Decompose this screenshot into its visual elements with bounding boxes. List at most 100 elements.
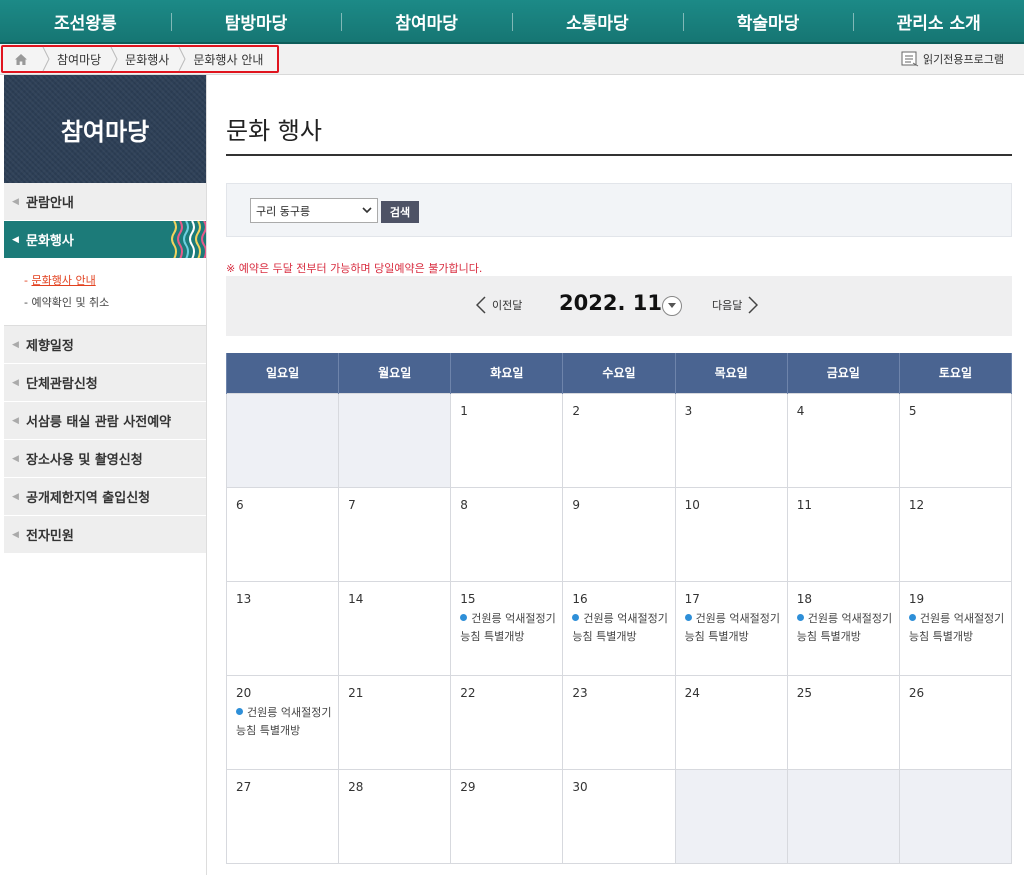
calendar-day-cell: 29	[450, 768, 564, 864]
calendar-day-cell: 11	[786, 486, 900, 582]
calendar-week-row: 6 7 8 9 10 11 12	[225, 486, 1013, 582]
search-button[interactable]: 검색	[381, 201, 419, 223]
day-number: 29	[460, 779, 476, 794]
day-number: 14	[348, 591, 364, 606]
calendar-day-cell: 6	[225, 486, 340, 582]
submenu-item-event-info[interactable]: - 문화행사 안내	[24, 269, 206, 291]
calendar-event-link[interactable]: 건원릉 억새절정기 능침 특별개방	[908, 610, 1011, 646]
day-number: 15	[460, 591, 476, 606]
day-number: 11	[796, 497, 812, 512]
location-select[interactable]: 구리 동구릉	[250, 198, 378, 223]
current-month: 2022. 11	[559, 291, 662, 315]
sidebar-item-label: 장소사용 및 촬영신청	[26, 453, 143, 468]
sidebar-submenu: - 문화행사 안내 - 예약확인 및 취소	[4, 259, 206, 326]
sidebar-item-label: 전자민원	[26, 529, 74, 544]
nav-item-participation[interactable]: 참여마당	[341, 0, 512, 42]
calendar-body: 1 2 3 4 5 6 7 8 9 10 11 12 13 14 15 건원릉 억새절정기 능침 특별개방 16…	[225, 392, 1013, 864]
day-number: 8	[460, 497, 468, 512]
event-dot-icon	[796, 613, 804, 621]
prev-month-button[interactable]: 이전달	[476, 296, 522, 314]
calendar-event-link[interactable]: 건원릉 억새절정기 능침 특별개방	[684, 610, 787, 646]
day-number: 17	[684, 591, 700, 606]
day-number: 25	[796, 685, 812, 700]
breadcrumb-item-event-info[interactable]: 문화행사 안내	[189, 47, 269, 71]
weekday-header: 토요일	[898, 353, 1013, 393]
submenu-item-reservation-check[interactable]: - 예약확인 및 취소	[24, 291, 206, 313]
day-number: 4	[796, 403, 805, 418]
calendar-day-cell: 12	[898, 486, 1013, 582]
nav-item-communication[interactable]: 소통마당	[512, 0, 683, 42]
calendar-event-link[interactable]: 건원릉 억새절정기 능침 특별개방	[460, 610, 562, 646]
submenu-item-label: 예약확인 및 취소	[31, 296, 110, 309]
event-title: 건원릉 억새절정기 능침 특별개방	[796, 611, 893, 643]
calendar-event-link[interactable]: 건원릉 억새절정기 능침 특별개방	[572, 610, 674, 646]
sidebar-item-cultural-events[interactable]: ◀ 문화행사	[4, 221, 206, 259]
sidebar-item-group-visit[interactable]: ◀ 단체관람신청	[4, 364, 206, 402]
calendar-day-cell: 30	[562, 768, 676, 864]
bullet-icon: ◀	[12, 377, 19, 388]
calendar-day-cell: 18 건원릉 억새절정기 능침 특별개방	[786, 580, 900, 676]
calendar-day-cell: 28	[338, 768, 452, 864]
nav-item-academic[interactable]: 학술마당	[682, 0, 854, 42]
sidebar-item-ritual-schedule[interactable]: ◀ 제향일정	[4, 326, 206, 364]
weekday-header: 화요일	[450, 353, 564, 393]
day-number: 28	[348, 779, 364, 794]
day-number: 9	[572, 497, 581, 512]
day-number: 16	[572, 591, 588, 606]
calendar-week-row: 13 14 15 건원릉 억새절정기 능침 특별개방 16 건원릉 억새절정기 능침 특별…	[225, 580, 1013, 676]
day-number: 21	[348, 685, 364, 700]
bullet-icon: ◀	[12, 529, 19, 540]
submenu-item-label: 문화행사 안내	[31, 274, 96, 287]
day-number: 10	[684, 497, 700, 512]
location-select-value: 구리 동구릉	[256, 204, 311, 218]
day-number: 2	[572, 403, 581, 418]
calendar-day-cell: 25	[786, 674, 900, 770]
sidebar-item-venue-filming[interactable]: ◀ 장소사용 및 촬영신청	[4, 440, 206, 478]
event-title: 건원릉 억새절정기 능침 특별개방	[236, 705, 332, 737]
calendar-event-link[interactable]: 건원릉 억새절정기 능침 특별개방	[236, 704, 338, 740]
month-dropdown-button[interactable]	[662, 296, 682, 316]
event-dot-icon	[572, 613, 580, 621]
sidebar-item-restricted-access[interactable]: ◀ 공개제한지역 출입신청	[4, 478, 206, 516]
home-icon[interactable]	[3, 47, 39, 71]
bullet-icon: ◀	[12, 491, 19, 502]
sidebar: 참여마당 ◀ 관람안내 ◀ 문화행사 - 문화행사 안내 - 예약확인 및 취소 ◀…	[4, 75, 207, 875]
sidebar-item-viewing-guide[interactable]: ◀ 관람안내	[4, 183, 206, 221]
calendar-day-cell: 21	[338, 674, 452, 770]
breadcrumb-item-participation[interactable]: 참여마당	[53, 47, 107, 71]
event-dot-icon	[684, 613, 692, 621]
calendar-day-cell: 3	[674, 392, 788, 488]
calendar-day-cell: 22	[450, 674, 564, 770]
breadcrumb-item-cultural-events[interactable]: 문화행사	[121, 47, 175, 71]
weekday-header: 일요일	[225, 353, 340, 393]
sidebar-item-label: 단체관람신청	[26, 377, 98, 392]
sidebar-item-label: 서삼릉 태실 관람 사전예약	[26, 415, 172, 430]
reader-program-link[interactable]: 읽기전용프로그램	[901, 51, 1004, 67]
month-navigation: 이전달 2022. 11 다음달	[226, 276, 1012, 336]
event-title: 건원릉 억새절정기 능침 특별개방	[908, 611, 1005, 643]
nav-item-royal-tombs[interactable]: 조선왕릉	[0, 0, 171, 42]
day-number: 23	[572, 685, 588, 700]
day-number: 1	[460, 403, 468, 418]
calendar-header-row: 일요일 월요일 화요일 수요일 목요일 금요일 토요일	[225, 353, 1013, 393]
sidebar-item-label: 공개제한지역 출입신청	[26, 491, 151, 506]
next-month-button[interactable]: 다음달	[712, 296, 759, 314]
nav-item-visit[interactable]: 탐방마당	[170, 0, 342, 42]
weekday-header: 수요일	[562, 353, 676, 393]
calendar-event-link[interactable]: 건원릉 억새절정기 능침 특별개방	[796, 610, 899, 646]
calendar-week-row: 27 28 29 30	[225, 768, 1013, 864]
sidebar-item-e-petition[interactable]: ◀ 전자민원	[4, 516, 206, 554]
calendar-day-cell: 23	[562, 674, 676, 770]
calendar-day-cell: 2	[562, 392, 676, 488]
nav-item-office-intro[interactable]: 관리소 소개	[853, 0, 1024, 42]
event-title: 건원릉 억새절정기 능침 특별개방	[684, 611, 781, 643]
sidebar-item-seosamreung-reservation[interactable]: ◀ 서삼릉 태실 관람 사전예약	[4, 402, 206, 440]
event-dot-icon	[236, 707, 243, 715]
weekday-header: 금요일	[786, 353, 900, 393]
day-number: 19	[908, 591, 925, 606]
day-number: 6	[236, 497, 244, 512]
day-number: 5	[908, 403, 917, 418]
day-number: 12	[908, 497, 925, 512]
bullet-icon: ◀	[12, 196, 19, 207]
chevron-right-icon	[175, 46, 189, 72]
